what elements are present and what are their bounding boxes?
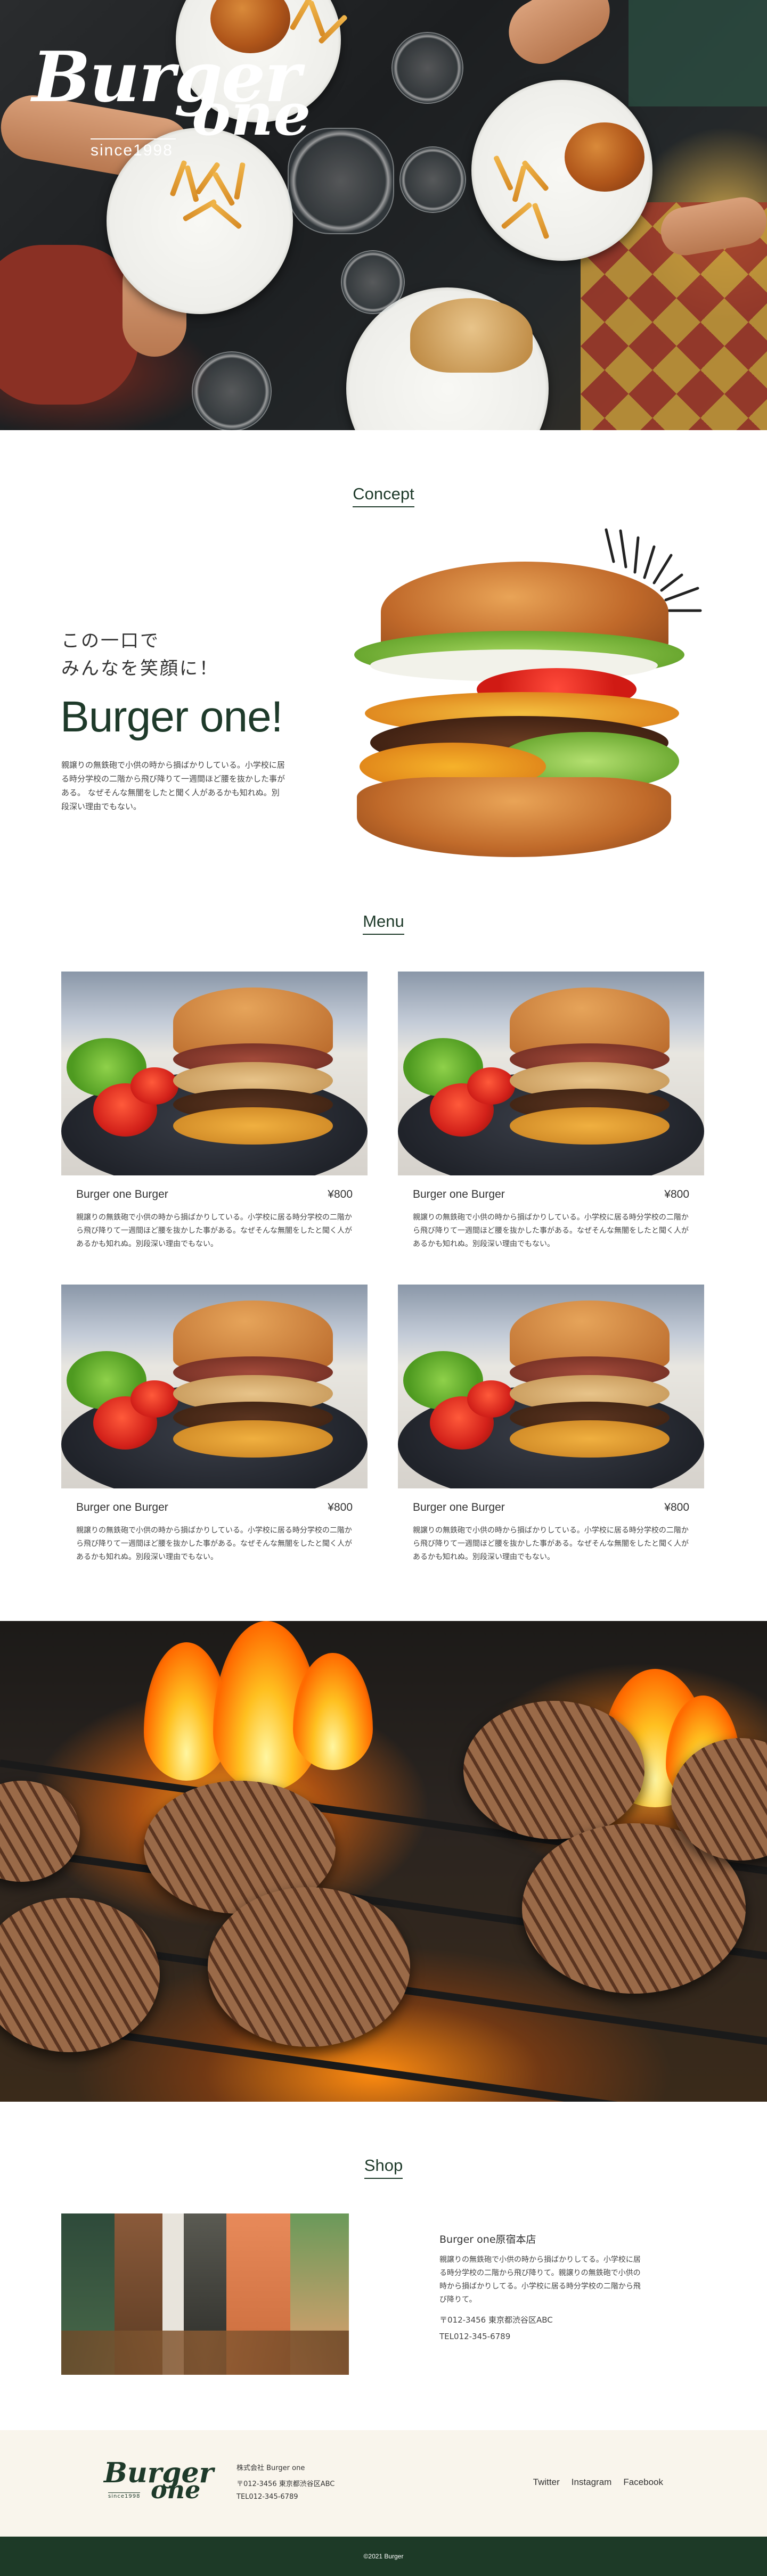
concept-catchcopy: この一口で みんなを笑顔に！: [61, 627, 219, 682]
menu-item-name: Burger one Burger: [413, 1501, 505, 1513]
menu-item-description: 親譲りの無鉄砲で小供の時から損ばかりしている。小学校に居る時分学校の二階から飛び…: [76, 1213, 352, 1248]
hero-logo-since: since1998: [91, 138, 176, 160]
glass-2: [399, 146, 466, 213]
menu-item-name: Burger one Burger: [413, 1188, 505, 1200]
menu-card[interactable]: Burger one Burger ¥800 親譲りの無鉄砲で小供の時から損ばか…: [61, 972, 368, 1270]
menu-card[interactable]: Burger one Burger ¥800 親譲りの無鉄砲で小供の時から損ばか…: [398, 1285, 704, 1583]
concept-catch-line2: みんなを笑顔に！: [61, 658, 219, 679]
menu-item-name: Burger one Burger: [76, 1501, 168, 1513]
concept-description: 親譲りの無鉄砲で小供の時から損ばかりしている。小学校に居る時分学校の二階から飛び…: [61, 760, 285, 811]
menu-item-description: 親譲りの無鉄砲で小供の時から損ばかりしている。小学校に居る時分学校の二階から飛び…: [76, 1526, 352, 1561]
menu-card-image: [398, 972, 704, 1175]
concept-catch-line1: この一口で: [61, 630, 160, 652]
menu-item-price: ¥800: [328, 1501, 353, 1513]
concept-title: Concept: [353, 484, 414, 507]
tablecloth-corner: [629, 0, 767, 106]
shop-address: 〒012-3456 東京都渋谷区ABC: [439, 2315, 553, 2325]
footer-logo-one: one: [151, 2475, 201, 2504]
concept-brand-name: Burger one!: [60, 693, 283, 741]
person-shirt: [0, 245, 138, 405]
shop-description: 親譲りの無鉄砲で小供の時から損ばかりしてる。小学校に居る時分学校の二階から飛び降…: [439, 2256, 641, 2304]
menu-item-price: ¥800: [328, 1188, 353, 1200]
footer-company: 株式会社 Burger one: [236, 2464, 305, 2472]
glass-4: [192, 351, 272, 430]
shop-title: Shop: [364, 2156, 403, 2179]
menu-card-image: [61, 1285, 368, 1488]
footer-logo-since: since1998: [108, 2492, 141, 2499]
twitter-link[interactable]: Twitter: [533, 2477, 560, 2488]
menu-item-price: ¥800: [664, 1501, 689, 1513]
menu-item-price: ¥800: [664, 1188, 689, 1200]
instagram-link[interactable]: Instagram: [572, 2477, 612, 2488]
footer-address: 〒012-3456 東京都渋谷区ABC: [236, 2480, 335, 2488]
footer-social-links: Twitter Instagram Facebook: [533, 2477, 663, 2488]
glass-1: [391, 32, 463, 104]
hero-section: Burger one since1998: [0, 0, 767, 430]
grill-banner-image: [0, 1621, 767, 2102]
menu-item-description: 親譲りの無鉄砲で小供の時から損ばかりしている。小学校に居る時分学校の二階から飛び…: [413, 1526, 689, 1561]
hero-logo: Burger one since1998: [32, 43, 311, 160]
hand-top-right: [497, 0, 622, 76]
copyright-bar: ©2021 Burger: [0, 2537, 767, 2576]
copyright-text: ©2021 Burger: [363, 2553, 404, 2560]
menu-card-image: [398, 1285, 704, 1488]
menu-item-name: Burger one Burger: [76, 1188, 168, 1200]
concept-burger-image: [349, 562, 695, 860]
menu-card-image: [61, 972, 368, 1175]
pita-bread: [410, 298, 533, 373]
menu-heading: Menu: [0, 912, 767, 935]
footer-tel: TEL012-345-6789: [236, 2493, 298, 2501]
glass-3: [341, 250, 405, 314]
shop-heading: Shop: [0, 2156, 767, 2179]
menu-card[interactable]: Burger one Burger ¥800 親譲りの無鉄砲で小供の時から損ばか…: [398, 972, 704, 1270]
concept-heading: Concept: [0, 484, 767, 507]
hero-logo-one: one: [192, 80, 311, 149]
burger-right: [565, 122, 644, 192]
footer-logo[interactable]: Burger one since1998: [104, 2459, 214, 2503]
menu-card[interactable]: Burger one Burger ¥800 親譲りの無鉄砲で小供の時から損ばか…: [61, 1285, 368, 1583]
shop-photo: [61, 2213, 349, 2375]
shop-tel: TEL012-345-6789: [439, 2332, 511, 2341]
menu-item-description: 親譲りの無鉄砲で小供の時から損ばかりしている。小学校に居る時分学校の二階から飛び…: [413, 1213, 689, 1248]
facebook-link[interactable]: Facebook: [623, 2477, 663, 2488]
menu-title: Menu: [363, 912, 404, 935]
shop-name: Burger one原宿本店: [439, 2234, 536, 2245]
footer: Burger one since1998 株式会社 Burger one 〒01…: [0, 2430, 767, 2537]
